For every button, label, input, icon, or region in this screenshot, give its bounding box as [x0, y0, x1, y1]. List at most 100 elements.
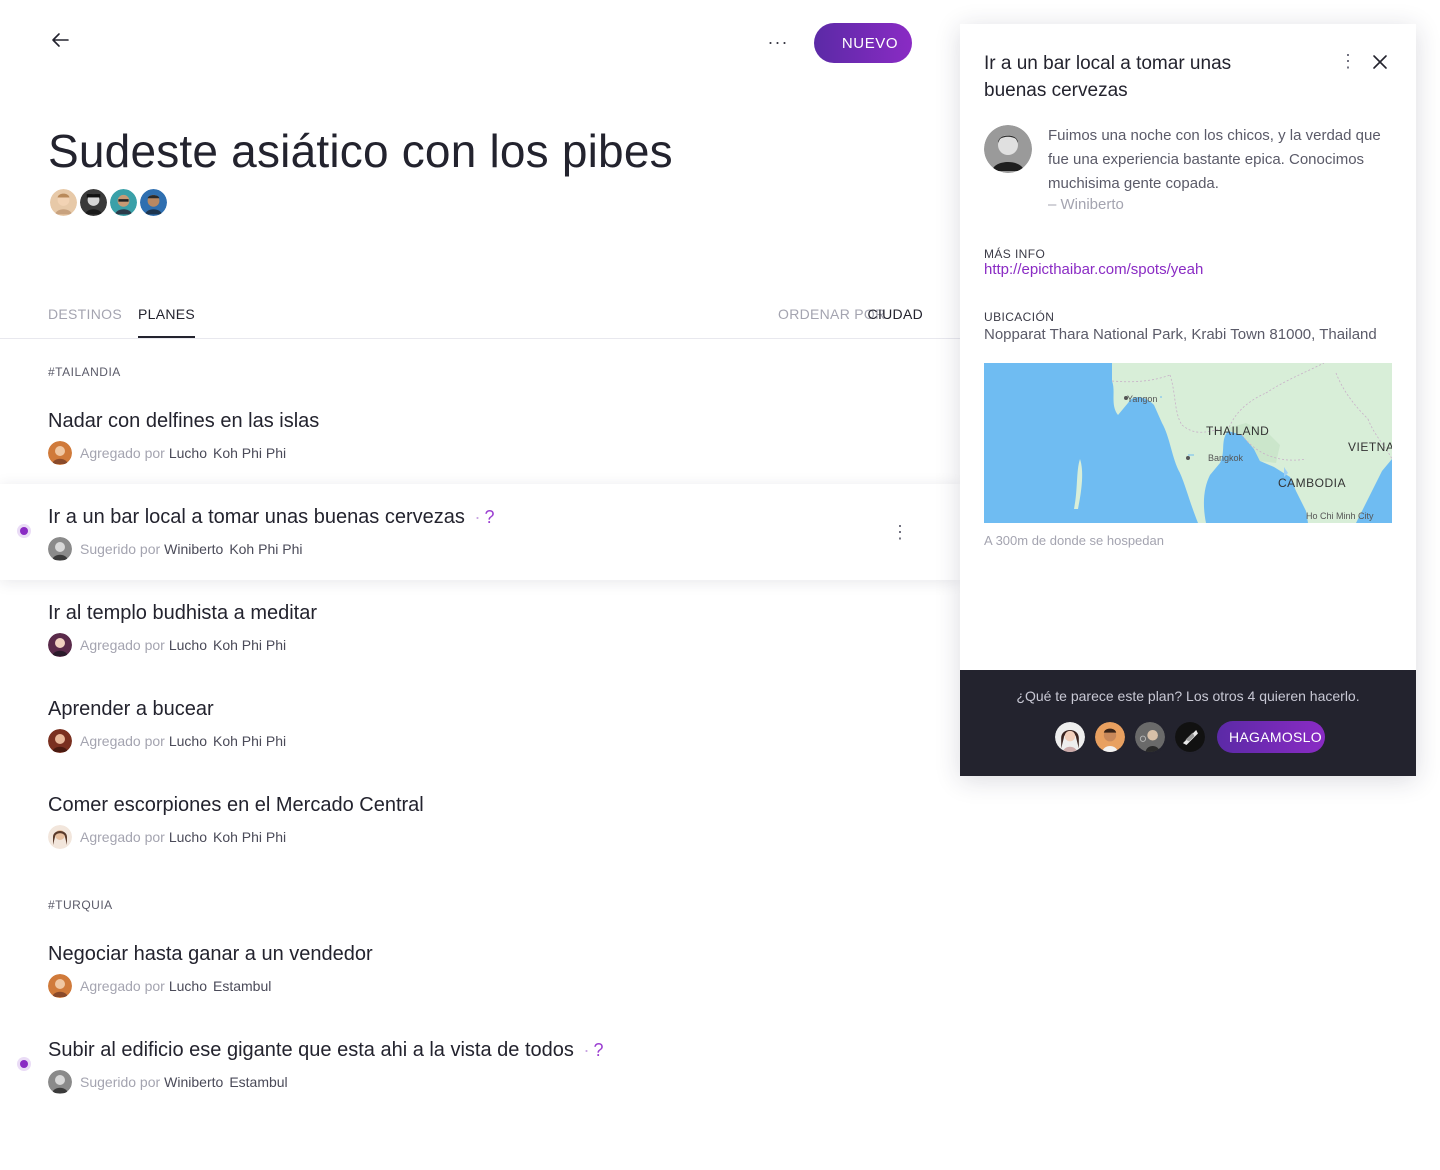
kebab-menu-icon[interactable]: ⋮ [1338, 50, 1358, 72]
close-icon[interactable] [1368, 50, 1392, 74]
quote-author: – Winiberto [1048, 196, 1124, 213]
more-options-button[interactable]: ··· [764, 28, 792, 56]
list-item[interactable]: Negociar hasta ganar a un vendedor Agreg… [0, 921, 960, 1017]
avatar[interactable] [78, 187, 109, 218]
avatar[interactable] [1053, 720, 1087, 754]
added-by-label: Agregado por [80, 829, 165, 845]
sort-dropdown[interactable]: ORDENAR PORCIUDAD [778, 306, 923, 322]
place-link[interactable]: Koh Phi Phi [213, 733, 286, 749]
place-link[interactable]: Koh Phi Phi [213, 829, 286, 845]
added-by-label: Agregado por [80, 445, 165, 461]
hagamoslo-button[interactable]: HAGAMOSLO [1217, 721, 1325, 753]
avatar[interactable] [48, 187, 79, 218]
map-label-yangon: Yangon [1127, 394, 1157, 404]
place-link[interactable]: Koh Phi Phi [229, 541, 302, 557]
separator-dot: · [474, 507, 481, 527]
map-label-thailand: THAILAND [1206, 424, 1269, 438]
avatar [48, 825, 72, 849]
footer-actions: HAGAMOSLO [1053, 720, 1325, 754]
place-link[interactable]: Koh Phi Phi [213, 445, 286, 461]
place-link[interactable]: Estambul [229, 1074, 287, 1090]
plan-meta: Agregado por Lucho Estambul [48, 974, 271, 998]
user-link[interactable]: Lucho [169, 445, 207, 461]
avatar [48, 1070, 72, 1094]
plan-meta: Agregado por Lucho Koh Phi Phi [48, 441, 286, 465]
new-button[interactable]: NUEVO [814, 23, 912, 63]
list-item[interactable]: Aprender a bucear Agregado por Lucho Koh… [0, 676, 960, 772]
plan-title: Comer escorpiones en el Mercado Central [48, 794, 424, 816]
place-link[interactable]: Estambul [213, 978, 271, 994]
new-indicator-dot [20, 1060, 28, 1068]
plan-title: Nadar con delfines en las islas [48, 410, 320, 432]
list-item[interactable]: Comer escorpiones en el Mercado Central … [0, 772, 960, 868]
map-label-cambodia: CAMBODIA [1278, 476, 1346, 490]
avatar[interactable] [138, 187, 169, 218]
avatar [48, 729, 72, 753]
avatar [48, 441, 72, 465]
quote-text: Fuimos una noche con los chicos, y la ve… [1048, 127, 1381, 192]
avatar [48, 974, 72, 998]
avatar [48, 633, 72, 657]
section-tag: #TAILANDIA [48, 365, 121, 379]
avatar[interactable] [108, 187, 139, 218]
distance-note: A 300m de donde se hospedan [984, 533, 1164, 548]
panel-footer: ¿Qué te parece este plan? Los otros 4 qu… [960, 670, 1416, 776]
plan-title: Ir a un bar local a tomar unas buenas ce… [48, 506, 494, 529]
footer-prompt: ¿Qué te parece este plan? Los otros 4 qu… [1016, 688, 1360, 704]
list-item[interactable]: Ir a un bar local a tomar unas buenas ce… [0, 484, 960, 580]
user-link[interactable]: Lucho [169, 829, 207, 845]
divider [0, 338, 960, 339]
user-link[interactable]: Lucho [169, 637, 207, 653]
plan-title-text: Ir a un bar local a tomar unas buenas ce… [48, 506, 465, 528]
avatar[interactable] [1093, 720, 1127, 754]
question-mark: ? [593, 1040, 604, 1060]
plan-meta: Agregado por Lucho Koh Phi Phi [48, 633, 286, 657]
avatar [48, 537, 72, 561]
plan-meta: Agregado por Lucho Koh Phi Phi [48, 729, 286, 753]
plan-title-text: Subir al edificio ese gigante que esta a… [48, 1039, 574, 1061]
kebab-menu-icon[interactable]: ⋮ [890, 520, 910, 544]
section-tag: #TURQUIA [48, 898, 113, 912]
more-info-link[interactable]: http://epicthaibar.com/spots/yeah [984, 261, 1203, 278]
plan-meta: Sugerido por Winiberto Estambul [48, 1070, 288, 1094]
plan-meta: Sugerido por Winiberto Koh Phi Phi [48, 537, 302, 561]
tab-planes[interactable]: PLANES [137, 306, 196, 338]
list-item[interactable]: Nadar con delfines en las islas Agregado… [0, 388, 960, 484]
list-item[interactable]: Subir al edificio ese gigante que esta a… [0, 1017, 960, 1113]
location-label: UBICACIÓN [984, 310, 1055, 324]
added-by-label: Agregado por [80, 637, 165, 653]
avatar[interactable] [1133, 720, 1167, 754]
address-text: Nopparat Thara National Park, Krabi Town… [984, 326, 1377, 343]
trip-members [48, 187, 169, 218]
avatar[interactable] [1173, 720, 1207, 754]
user-link[interactable]: Lucho [169, 733, 207, 749]
plan-title: Negociar hasta ganar a un vendedor [48, 943, 373, 965]
suggested-by-label: Sugerido por [80, 1074, 161, 1090]
plan-detail-panel: Ir a un bar local a tomar unas buenas ce… [960, 24, 1416, 776]
plan-title: Subir al edificio ese gigante que esta a… [48, 1039, 603, 1062]
user-link[interactable]: Winiberto [164, 1074, 223, 1090]
question-mark: ? [484, 507, 495, 527]
separator-dot: · [583, 1040, 590, 1060]
new-indicator-dot [20, 527, 28, 535]
user-link[interactable]: Lucho [169, 978, 207, 994]
plan-title: Aprender a bucear [48, 698, 214, 720]
added-by-label: Agregado por [80, 978, 165, 994]
map-label-hochiminh: Ho Chi Minh City [1306, 511, 1374, 521]
user-link[interactable]: Winiberto [164, 541, 223, 557]
map-label-bangkok: Bangkok [1208, 453, 1244, 463]
sort-value: CIUDAD [867, 306, 924, 322]
more-info-label: MÁS INFO [984, 247, 1046, 261]
list-item[interactable]: Ir al templo budhista a meditar Agregado… [0, 580, 960, 676]
suggested-by-label: Sugerido por [80, 541, 161, 557]
back-arrow-icon[interactable] [46, 26, 74, 54]
avatar [984, 125, 1032, 173]
tab-destinos[interactable]: DESTINOS [48, 306, 122, 338]
map-label-vietnam: VIETNA [1348, 440, 1392, 454]
plan-meta: Agregado por Lucho Koh Phi Phi [48, 825, 286, 849]
added-by-label: Agregado por [80, 733, 165, 749]
suggestion-mark: ·? [579, 1040, 603, 1060]
place-link[interactable]: Koh Phi Phi [213, 637, 286, 653]
location-map[interactable]: Yangon THAILAND Bangkok VIETNA CAMBODIA … [984, 363, 1392, 523]
page-title: Sudeste asiático con los pibes [48, 125, 673, 177]
